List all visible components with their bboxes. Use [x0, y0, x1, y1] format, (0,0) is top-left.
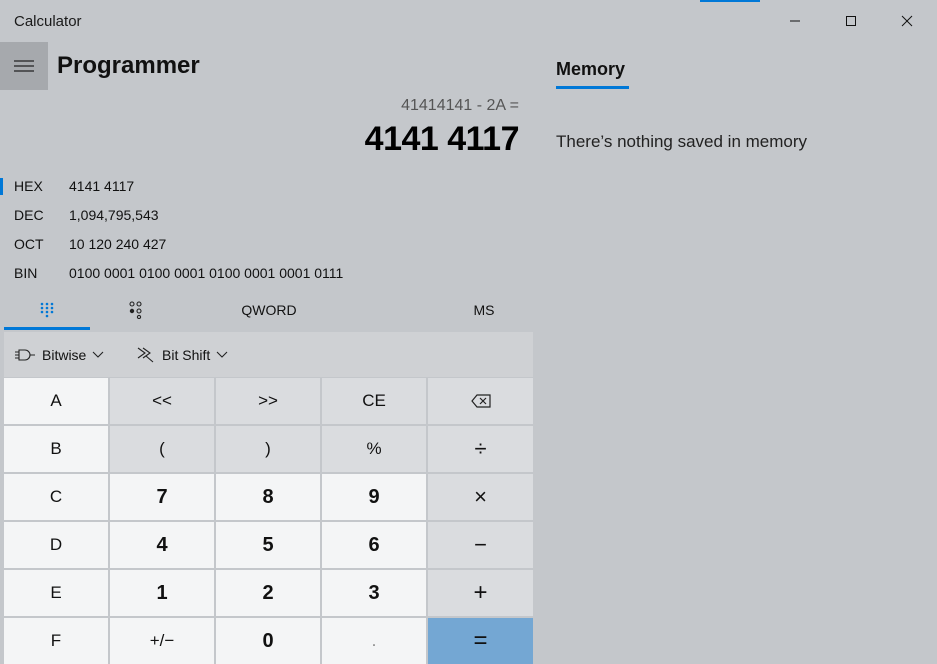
key-left-shift[interactable]: << [110, 378, 214, 424]
close-button[interactable] [879, 0, 935, 42]
expression-display: 41414141 - 2A = [401, 97, 519, 114]
key-modulo[interactable]: % [322, 426, 426, 472]
key-8[interactable]: 8 [216, 474, 320, 520]
radix-active-indicator [0, 178, 3, 195]
bitshift-dropdown[interactable]: Bit Shift [136, 332, 228, 377]
key-a[interactable]: A [4, 378, 108, 424]
key-0[interactable]: 0 [216, 618, 320, 664]
key-open-paren[interactable]: ( [110, 426, 214, 472]
bitwise-dropdown[interactable]: Bitwise [14, 332, 104, 377]
key-6[interactable]: 6 [322, 522, 426, 568]
word-size-button[interactable]: QWORD [214, 290, 324, 330]
hamburger-icon [14, 60, 34, 72]
radix-row-bin[interactable]: BIN 0100 0001 0100 0001 0100 0001 0001 0… [0, 259, 520, 287]
radix-value: 10 120 240 427 [69, 236, 167, 252]
key-e[interactable]: E [4, 570, 108, 616]
keypad: A << >> CE B ( ) % ÷ C 7 8 9 × D 4 5 6 −… [4, 378, 533, 664]
radix-label: DEC [14, 207, 44, 223]
radix-row-hex[interactable]: HEX 4141 4117 [0, 172, 520, 200]
radix-label: HEX [14, 178, 43, 194]
backspace-icon [470, 394, 491, 408]
key-clear-entry[interactable]: CE [322, 378, 426, 424]
radix-label: BIN [14, 265, 38, 281]
key-backspace[interactable] [428, 378, 533, 424]
logic-gate-icon [15, 348, 35, 361]
key-9[interactable]: 9 [322, 474, 426, 520]
memory-tab-underline [556, 86, 629, 89]
key-add[interactable]: + [428, 570, 533, 616]
memory-tab[interactable]: Memory [556, 59, 625, 80]
key-1[interactable]: 1 [110, 570, 214, 616]
title-accent-line [700, 0, 760, 2]
key-c[interactable]: C [4, 474, 108, 520]
operator-toolbar: Bitwise Bit Shift [4, 332, 533, 377]
key-5[interactable]: 5 [216, 522, 320, 568]
chevron-down-icon [216, 351, 228, 358]
maximize-icon [846, 16, 856, 26]
radix-row-oct[interactable]: OCT 10 120 240 427 [0, 230, 520, 258]
memory-store-button[interactable]: MS [444, 290, 524, 330]
minimize-button[interactable] [767, 0, 823, 42]
key-decimal[interactable]: . [322, 618, 426, 664]
radix-value: 1,094,795,543 [69, 207, 159, 223]
key-divide[interactable]: ÷ [428, 426, 533, 472]
tab-full-keypad[interactable] [4, 290, 90, 330]
navigation-menu-button[interactable] [0, 42, 48, 90]
maximize-button[interactable] [823, 0, 879, 42]
minimize-icon [790, 20, 800, 22]
key-negate[interactable]: +/− [110, 618, 214, 664]
mode-title: Programmer [57, 52, 200, 79]
key-2[interactable]: 2 [216, 570, 320, 616]
key-b[interactable]: B [4, 426, 108, 472]
key-f[interactable]: F [4, 618, 108, 664]
key-multiply[interactable]: × [428, 474, 533, 520]
title-bar: Calculator [0, 0, 937, 42]
keypad-tab-bar: QWORD MS [4, 290, 533, 330]
key-4[interactable]: 4 [110, 522, 214, 568]
key-right-shift[interactable]: >> [216, 378, 320, 424]
keypad-icon [40, 302, 54, 318]
close-icon [901, 15, 913, 27]
key-equals[interactable]: = [428, 618, 533, 664]
memory-empty-message: There’s nothing saved in memory [556, 132, 808, 151]
key-7[interactable]: 7 [110, 474, 214, 520]
radix-label: OCT [14, 236, 44, 252]
radix-row-dec[interactable]: DEC 1,094,795,543 [0, 201, 520, 229]
key-close-paren[interactable]: ) [216, 426, 320, 472]
bitshift-label: Bit Shift [162, 346, 211, 363]
tab-bit-toggling[interactable] [114, 290, 158, 330]
radix-value: 4141 4117 [69, 178, 135, 194]
app-title: Calculator [14, 13, 82, 30]
chevron-down-icon [92, 351, 104, 358]
result-display: 4141 4117 [364, 120, 520, 158]
radix-value: 0100 0001 0100 0001 0100 0001 0001 0111 [69, 265, 344, 281]
key-subtract[interactable]: − [428, 522, 533, 568]
bitwise-label: Bitwise [42, 346, 87, 363]
key-d[interactable]: D [4, 522, 108, 568]
tab-active-underline [4, 327, 90, 330]
bit-toggle-icon [129, 301, 142, 319]
bit-shift-icon [137, 347, 154, 362]
key-3[interactable]: 3 [322, 570, 426, 616]
